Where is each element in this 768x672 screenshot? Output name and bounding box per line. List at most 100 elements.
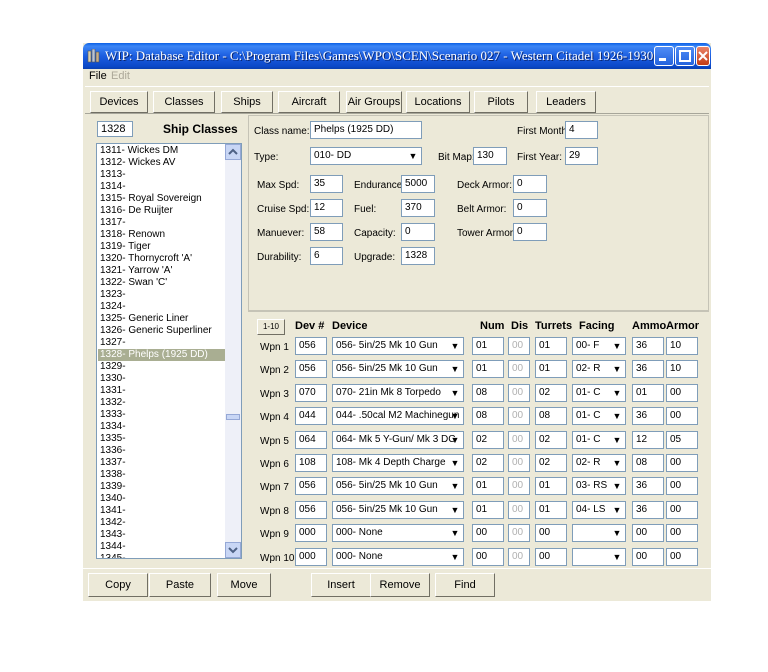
bitmap-input[interactable]: 130 bbox=[473, 147, 507, 165]
tab-locations[interactable]: Locations bbox=[406, 91, 470, 113]
weapon-armor-input[interactable]: 00 bbox=[666, 383, 698, 402]
weapon-turrets-input[interactable]: 02 bbox=[535, 383, 567, 402]
ship-class-item[interactable]: 1337- bbox=[98, 457, 226, 469]
class-id-input[interactable]: 1328 bbox=[97, 121, 133, 137]
upgrade-input[interactable]: 1328 bbox=[401, 247, 435, 265]
ship-class-item[interactable]: 1320- Thornycroft 'A' bbox=[98, 253, 226, 265]
weapon-num-input[interactable]: 01 bbox=[472, 360, 504, 379]
ship-class-item[interactable]: 1329- bbox=[98, 361, 226, 373]
deck-armor-input[interactable]: 0 bbox=[513, 175, 547, 193]
tab-leaders[interactable]: Leaders bbox=[536, 91, 596, 113]
weapon-device-select[interactable]: 044- .50cal M2 Machinegun ▼ bbox=[332, 407, 464, 426]
list-scrollbar[interactable] bbox=[225, 144, 241, 558]
weapon-num-input[interactable]: 02 bbox=[472, 454, 504, 472]
weapon-armor-input[interactable]: 00 bbox=[666, 477, 698, 496]
ship-class-item[interactable]: 1344- bbox=[98, 541, 226, 553]
manuever-input[interactable]: 58 bbox=[310, 223, 343, 241]
weapon-device-select[interactable]: 000- None ▼ bbox=[332, 524, 464, 543]
ship-class-item[interactable]: 1321- Yarrow 'A' bbox=[98, 265, 226, 277]
weapon-ammo-input[interactable]: 00 bbox=[632, 547, 664, 566]
cruise-spd-input[interactable]: 12 bbox=[310, 199, 343, 217]
tower-armor-input[interactable]: 0 bbox=[513, 223, 547, 241]
first-month-input[interactable]: 4 bbox=[565, 121, 598, 139]
ship-class-item[interactable]: 1324- bbox=[98, 301, 226, 313]
weapon-turrets-input[interactable]: 02 bbox=[535, 430, 567, 449]
ship-class-item[interactable]: 1338- bbox=[98, 469, 226, 481]
class-name-input[interactable]: Phelps (1925 DD) bbox=[310, 121, 422, 139]
ship-class-item[interactable]: 1341- bbox=[98, 505, 226, 517]
move-button[interactable]: Move bbox=[217, 573, 271, 597]
weapon-turrets-input[interactable]: 00 bbox=[535, 547, 567, 566]
title-bar[interactable]: WIP: Database Editor - C:\Program Files\… bbox=[83, 43, 711, 69]
ship-class-item[interactable]: 1339- bbox=[98, 481, 226, 493]
ship-class-item[interactable]: 1330- bbox=[98, 373, 226, 385]
copy-button[interactable]: Copy bbox=[88, 573, 148, 597]
tab-devices[interactable]: Devices bbox=[90, 91, 148, 113]
weapon-armor-input[interactable]: 00 bbox=[666, 500, 698, 519]
fuel-input[interactable]: 370 bbox=[401, 199, 435, 217]
weapon-num-input[interactable]: 00 bbox=[472, 524, 504, 543]
weapon-armor-input[interactable]: 10 bbox=[666, 360, 698, 379]
weapon-num-input[interactable]: 00 bbox=[472, 547, 504, 566]
ship-class-item[interactable]: 1340- bbox=[98, 493, 226, 505]
weapon-ammo-input[interactable]: 36 bbox=[632, 337, 664, 355]
scroll-down-button[interactable] bbox=[225, 542, 241, 558]
weapon-device-select[interactable]: 064- Mk 5 Y-Gun/ Mk 3 DC ▼ bbox=[332, 430, 464, 449]
ship-class-item[interactable]: 1327- bbox=[98, 337, 226, 349]
weapon-facing-select[interactable]: 02- R ▼ bbox=[572, 454, 626, 472]
weapon-dev-input[interactable]: 108 bbox=[295, 454, 327, 472]
weapon-armor-input[interactable]: 10 bbox=[666, 337, 698, 355]
paste-button[interactable]: Paste bbox=[149, 573, 211, 597]
ship-class-item[interactable]: 1343- bbox=[98, 529, 226, 541]
ship-class-item[interactable]: 1317- bbox=[98, 217, 226, 229]
scroll-up-button[interactable] bbox=[225, 144, 241, 160]
scroll-thumb[interactable] bbox=[226, 414, 240, 420]
max-spd-input[interactable]: 35 bbox=[310, 175, 343, 193]
weapon-dev-input[interactable]: 056 bbox=[295, 337, 327, 355]
weapon-ammo-input[interactable]: 36 bbox=[632, 477, 664, 496]
weapon-dev-input[interactable]: 056 bbox=[295, 360, 327, 379]
insert-button[interactable]: Insert bbox=[311, 573, 371, 597]
tab-classes[interactable]: Classes bbox=[153, 91, 215, 113]
weapon-turrets-input[interactable]: 01 bbox=[535, 500, 567, 519]
weapon-device-select[interactable]: 056- 5in/25 Mk 10 Gun ▼ bbox=[332, 337, 464, 355]
weapon-num-input[interactable]: 08 bbox=[472, 407, 504, 426]
weapon-ammo-input[interactable]: 00 bbox=[632, 524, 664, 543]
weapon-facing-select[interactable]: ▼ bbox=[572, 524, 626, 543]
ship-class-item[interactable]: 1319- Tiger bbox=[98, 241, 226, 253]
remove-button[interactable]: Remove bbox=[370, 573, 430, 597]
weapon-ammo-input[interactable]: 36 bbox=[632, 407, 664, 426]
weapon-device-select[interactable]: 070- 21in Mk 8 Torpedo ▼ bbox=[332, 383, 464, 402]
maximize-button[interactable] bbox=[675, 46, 695, 66]
weapon-dev-input[interactable]: 000 bbox=[295, 524, 327, 543]
weapon-facing-select[interactable]: 00- F ▼ bbox=[572, 337, 626, 355]
ship-class-item[interactable]: 1334- bbox=[98, 421, 226, 433]
ship-class-item[interactable]: 1332- bbox=[98, 397, 226, 409]
weapon-dev-input[interactable]: 000 bbox=[295, 547, 327, 566]
weapon-facing-select[interactable]: 03- RS ▼ bbox=[572, 477, 626, 496]
ship-class-item[interactable]: 1314- bbox=[98, 181, 226, 193]
ship-class-item[interactable]: 1325- Generic Liner bbox=[98, 313, 226, 325]
weapon-dev-input[interactable]: 044 bbox=[295, 407, 327, 426]
weapon-num-input[interactable]: 01 bbox=[472, 477, 504, 496]
weapon-facing-select[interactable]: 02- R ▼ bbox=[572, 360, 626, 379]
find-button[interactable]: Find bbox=[435, 573, 495, 597]
weapon-dev-input[interactable]: 056 bbox=[295, 477, 327, 496]
ship-class-item[interactable]: 1318- Renown bbox=[98, 229, 226, 241]
weapon-armor-input[interactable]: 00 bbox=[666, 524, 698, 543]
ship-class-item[interactable]: 1312- Wickes AV bbox=[98, 157, 226, 169]
weapon-range-button[interactable]: 1-10 bbox=[257, 319, 285, 335]
weapon-device-select[interactable]: 108- Mk 4 Depth Charge ▼ bbox=[332, 454, 464, 472]
ship-class-item[interactable]: 1345- bbox=[98, 553, 226, 558]
weapon-ammo-input[interactable]: 36 bbox=[632, 500, 664, 519]
ship-class-item[interactable]: 1322- Swan 'C' bbox=[98, 277, 226, 289]
endurance-input[interactable]: 5000 bbox=[401, 175, 435, 193]
weapon-armor-input[interactable]: 00 bbox=[666, 454, 698, 472]
weapon-turrets-input[interactable]: 01 bbox=[535, 337, 567, 355]
menu-edit[interactable]: Edit bbox=[111, 70, 130, 82]
weapon-num-input[interactable]: 01 bbox=[472, 500, 504, 519]
tab-ships[interactable]: Ships bbox=[221, 91, 273, 113]
tab-air-groups[interactable]: Air Groups bbox=[346, 91, 402, 113]
weapon-facing-select[interactable]: 01- C ▼ bbox=[572, 407, 626, 426]
weapon-turrets-input[interactable]: 08 bbox=[535, 407, 567, 426]
